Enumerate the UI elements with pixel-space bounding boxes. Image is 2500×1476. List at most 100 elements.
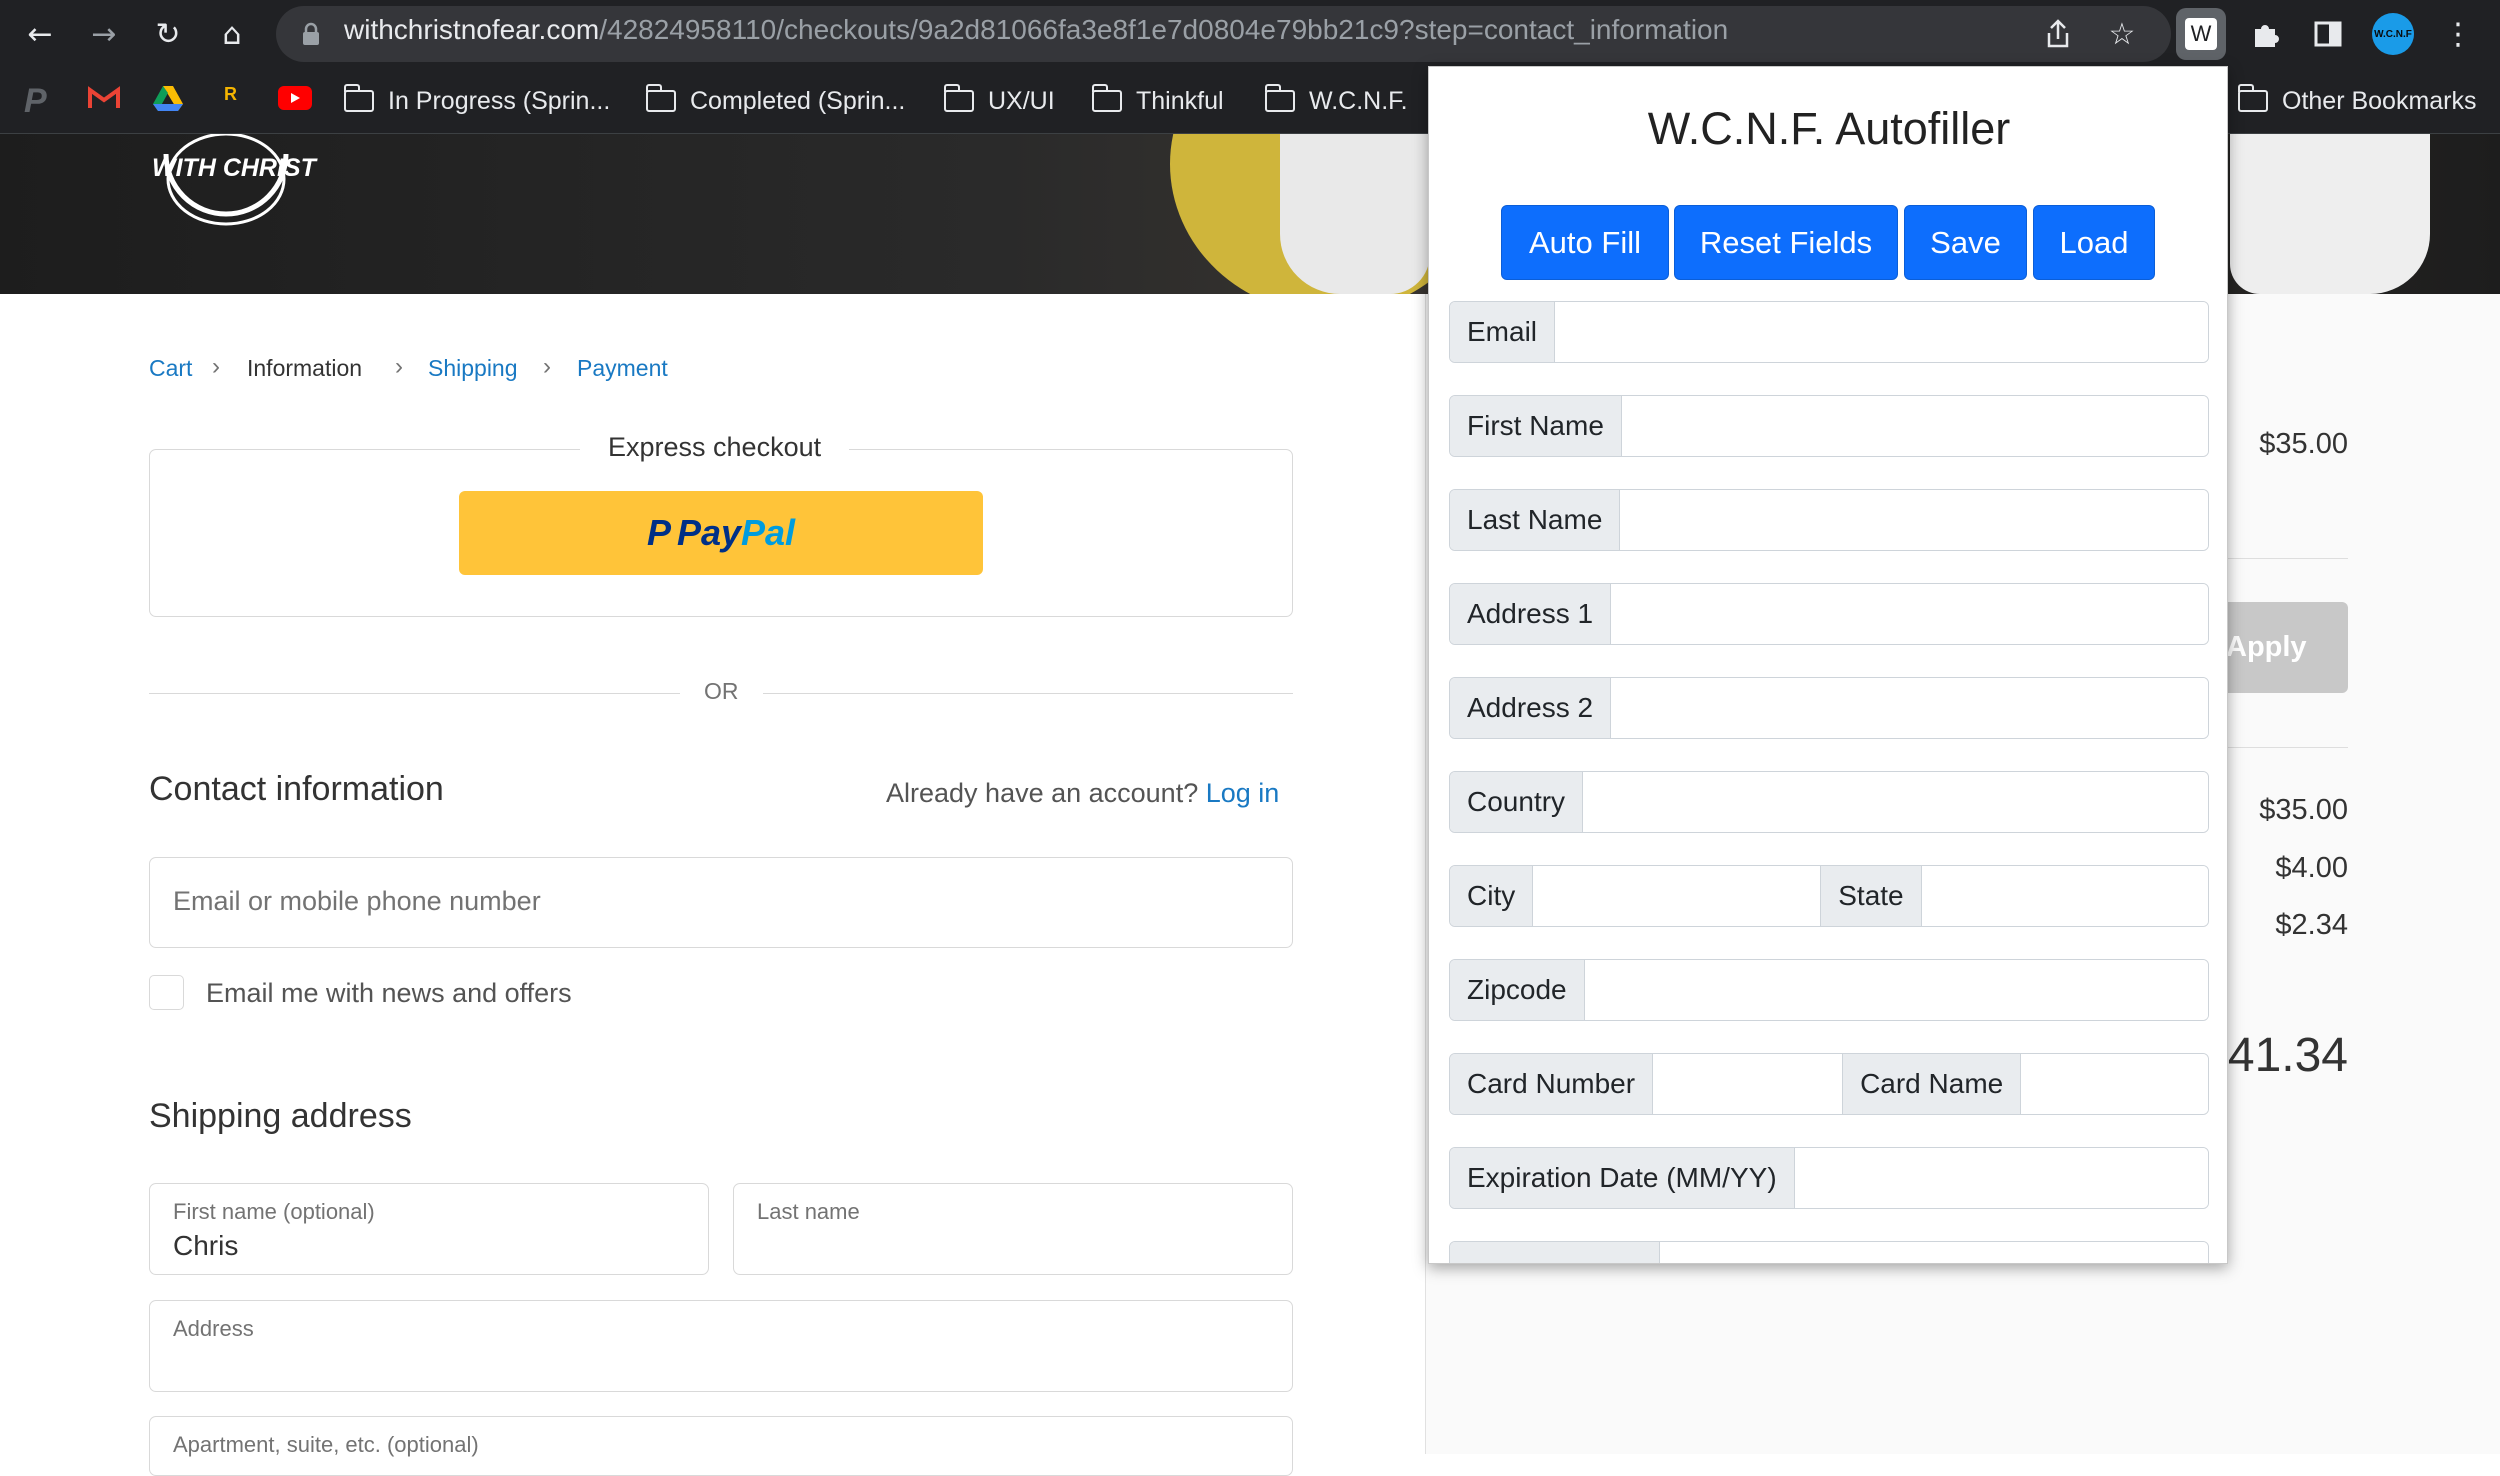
address2-input[interactable]: [1611, 678, 2208, 738]
email-input[interactable]: [1555, 302, 2208, 362]
bookmark-label: In Progress (Sprin...: [388, 86, 611, 115]
store-logo[interactable]: WITH CHRIST: [148, 132, 316, 229]
security-code-group-partial: [1449, 1241, 2209, 1263]
card-number-label: Card Number: [1450, 1054, 1654, 1114]
chevron-right-icon: ›: [543, 353, 551, 380]
address2-label: Address 2: [1450, 678, 1612, 738]
bookmark-folder-ux-ui[interactable]: UX/UI: [943, 82, 1055, 120]
folder-icon: [343, 84, 374, 112]
login-link[interactable]: Log in: [1206, 778, 1280, 808]
zipcode-group: Zipcode: [1449, 959, 2209, 1021]
breadcrumb-shipping[interactable]: Shipping: [428, 355, 518, 382]
reset-fields-button[interactable]: Reset Fields: [1674, 205, 1898, 280]
address-field[interactable]: Address: [149, 1300, 1293, 1392]
address1-label: Address 1: [1450, 584, 1612, 644]
security-code-label-clipped: [1450, 1242, 1660, 1263]
shipping-heading: Shipping address: [149, 1097, 412, 1135]
forward-arrow-icon[interactable]: →: [82, 12, 126, 56]
folder-icon: [2237, 84, 2268, 112]
apartment-label: Apartment, suite, etc. (optional): [173, 1432, 479, 1457]
or-separator: OR: [680, 678, 763, 705]
last-name-input[interactable]: [1620, 490, 2208, 550]
load-button[interactable]: Load: [2033, 205, 2155, 280]
other-bookmarks-label: Other Bookmarks: [2282, 86, 2477, 115]
autofiller-popup: W.C.N.F. Autofiller Auto Fill Reset Fiel…: [1428, 66, 2228, 1264]
email-group: Email: [1449, 301, 2209, 363]
logo-text: WITH CHRIST: [152, 154, 316, 182]
card-name-input[interactable]: [2021, 1054, 2208, 1114]
back-arrow-icon[interactable]: ←: [18, 12, 62, 56]
last-name-label: Last Name: [1450, 490, 1621, 550]
card-group: Card Number Card Name: [1449, 1053, 2209, 1115]
popup-title: W.C.N.F. Autofiller: [1647, 103, 2011, 154]
save-button[interactable]: Save: [1904, 205, 2027, 280]
breadcrumb-cart[interactable]: Cart: [149, 355, 192, 382]
first-name-label: First name (optional): [173, 1199, 375, 1224]
side-panel-icon[interactable]: [2306, 12, 2350, 56]
bookmark-folder-thinkful[interactable]: Thinkful: [1091, 82, 1224, 120]
expiration-group: Expiration Date (MM/YY): [1449, 1147, 2209, 1209]
bookmark-label: UX/UI: [988, 86, 1055, 115]
express-checkout-title: Express checkout: [580, 432, 850, 463]
country-input[interactable]: [1583, 772, 2208, 832]
email-input[interactable]: Email or mobile phone number: [149, 857, 1293, 948]
auto-fill-button[interactable]: Auto Fill: [1501, 205, 1669, 280]
menu-kebab-icon[interactable]: ⋮: [2436, 12, 2480, 56]
zipcode-input[interactable]: [1584, 960, 2208, 1020]
email-placeholder: Email or mobile phone number: [173, 886, 541, 916]
city-label: City: [1450, 866, 1534, 926]
profile-avatar[interactable]: W.C.N.F: [2372, 13, 2414, 55]
lock-icon: [302, 22, 320, 45]
share-icon[interactable]: [2036, 12, 2080, 56]
expiration-input[interactable]: [1794, 1148, 2208, 1208]
autofiller-extension-icon[interactable]: W: [2176, 8, 2226, 60]
google-drive-icon[interactable]: [152, 84, 184, 112]
bookmark-folder-in-progress[interactable]: In Progress (Sprin...: [343, 82, 611, 120]
folder-icon: [943, 84, 974, 112]
state-label: State: [1821, 866, 1922, 926]
other-bookmarks[interactable]: Other Bookmarks: [2237, 82, 2477, 120]
account-prompt-text: Already have an account?: [886, 778, 1199, 808]
bookmark-folder-wcnf[interactable]: W.C.N.F.: [1264, 82, 1408, 120]
apartment-field[interactable]: Apartment, suite, etc. (optional): [149, 1416, 1293, 1476]
card-name-label: Card Name: [1843, 1054, 2022, 1114]
gmail-icon[interactable]: [88, 86, 120, 110]
folder-icon: [1091, 84, 1122, 112]
expiration-label: Expiration Date (MM/YY): [1450, 1148, 1795, 1208]
divider: [2228, 558, 2348, 559]
bookmark-label: Completed (Sprin...: [690, 86, 906, 115]
reload-icon[interactable]: ↻: [146, 12, 190, 56]
bookmark-folder-completed[interactable]: Completed (Sprin...: [645, 82, 906, 120]
bookmark-star-icon[interactable]: ☆: [2100, 12, 2144, 56]
newsletter-label[interactable]: Email me with news and offers: [206, 978, 572, 1009]
folder-icon: [645, 84, 676, 112]
city-input[interactable]: [1533, 866, 1822, 926]
youtube-icon[interactable]: [278, 86, 312, 110]
chevron-right-icon: ›: [395, 353, 403, 380]
account-prompt: Already have an account? Log in: [886, 778, 1279, 809]
paypal-word-pay: Pay: [676, 512, 742, 553]
card-number-input[interactable]: [1653, 1054, 1844, 1114]
newsletter-checkbox[interactable]: [149, 975, 184, 1010]
paypal-bookmark-icon[interactable]: P: [24, 82, 47, 121]
extensions-puzzle-icon[interactable]: [2244, 12, 2288, 56]
breadcrumb-payment[interactable]: Payment: [577, 355, 668, 382]
first-name-input[interactable]: [1621, 396, 2208, 456]
email-label: Email: [1450, 302, 1556, 362]
state-input[interactable]: [1921, 866, 2208, 926]
paypal-button[interactable]: P Pay Pal: [459, 491, 983, 575]
address1-group: Address 1: [1449, 583, 2209, 645]
first-name-value: Chris: [173, 1230, 239, 1261]
divider: [2228, 747, 2348, 748]
last-name-group: Last Name: [1449, 489, 2209, 551]
paypal-icon: P: [646, 512, 671, 553]
bookmark-favicon-icon[interactable]: R: [224, 84, 240, 112]
first-name-field[interactable]: First name (optional) Chris: [149, 1183, 709, 1275]
security-code-input[interactable]: [1660, 1242, 2208, 1263]
bookmark-label: Thinkful: [1136, 86, 1224, 115]
last-name-field[interactable]: Last name: [733, 1183, 1293, 1275]
address1-input[interactable]: [1611, 584, 2208, 644]
paypal-word-pal: Pal: [741, 512, 796, 553]
home-icon[interactable]: ⌂: [210, 12, 254, 56]
banner-model-image: [1280, 134, 1430, 294]
